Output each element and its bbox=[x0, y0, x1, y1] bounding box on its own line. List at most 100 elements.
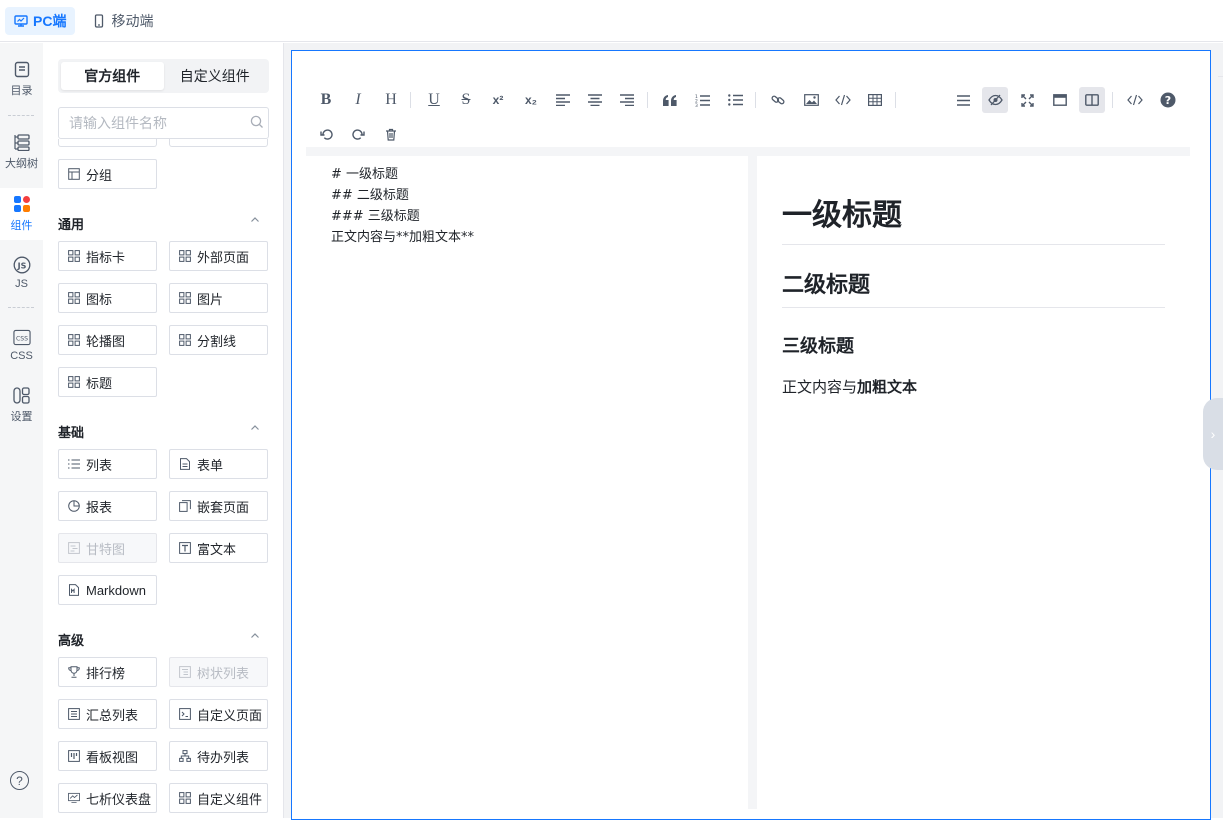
component-item[interactable]: 分割线 bbox=[169, 325, 268, 355]
rail-divider bbox=[8, 115, 34, 116]
svg-text:CSS: CSS bbox=[15, 335, 27, 342]
tab-pc[interactable]: PC端 bbox=[5, 6, 76, 35]
grid-icon bbox=[179, 292, 191, 304]
link-icon[interactable] bbox=[765, 87, 791, 113]
component-item[interactable]: 嵌套页面 bbox=[169, 491, 268, 521]
list-icon bbox=[68, 458, 80, 470]
component-label: 表单 bbox=[197, 457, 224, 473]
component-item[interactable]: 待办列表 bbox=[169, 741, 268, 771]
kanban-icon bbox=[68, 750, 80, 762]
rail-item-js[interactable]: JS JS bbox=[0, 247, 43, 299]
components-icon bbox=[13, 195, 31, 213]
component-item[interactable]: 报表 bbox=[58, 491, 157, 521]
component-item-partial[interactable] bbox=[58, 139, 157, 147]
collapse-chevron-icon[interactable] bbox=[249, 630, 261, 642]
component-label: 报表 bbox=[86, 499, 113, 515]
split-view-icon[interactable] bbox=[1079, 87, 1105, 113]
preview-paragraph: 正文内容与加粗文本 bbox=[782, 376, 1165, 397]
undo-icon[interactable] bbox=[313, 121, 339, 147]
preview-heading-3: 三级标题 bbox=[782, 336, 854, 356]
component-item[interactable]: Markdown bbox=[58, 575, 157, 605]
component-item[interactable]: 图标 bbox=[58, 283, 157, 313]
heading-button[interactable]: H bbox=[378, 87, 404, 113]
markdown-source-pane[interactable]: # 一级标题 ## 二级标题 ### 三级标题 正文内容与**加粗文本** bbox=[306, 156, 748, 809]
grid-icon bbox=[68, 250, 80, 262]
tab-official-components[interactable]: 官方组件 bbox=[61, 62, 164, 90]
image-icon[interactable] bbox=[798, 87, 824, 113]
align-right-icon[interactable] bbox=[614, 87, 640, 113]
component-item-partial[interactable] bbox=[169, 139, 268, 147]
bold-button[interactable]: B bbox=[313, 87, 339, 113]
component-item[interactable]: 标题 bbox=[58, 367, 157, 397]
component-item[interactable]: 外部页面 bbox=[169, 241, 268, 271]
component-label: 分割线 bbox=[197, 333, 237, 349]
rail-divider bbox=[8, 307, 34, 308]
clear-trash-icon[interactable] bbox=[378, 121, 404, 147]
component-item[interactable]: 汇总列表 bbox=[58, 699, 157, 729]
subscript-button[interactable]: x₂ bbox=[518, 87, 544, 113]
search-input[interactable] bbox=[69, 115, 250, 131]
component-label: 自定义页面 bbox=[197, 707, 263, 723]
source-code-icon[interactable] bbox=[1122, 87, 1148, 113]
rail-item-catalog[interactable]: 目录 bbox=[0, 53, 43, 105]
component-item[interactable]: 表单 bbox=[169, 449, 268, 479]
expand-right-panel-chevron-icon[interactable]: › bbox=[1203, 398, 1223, 470]
redo-icon[interactable] bbox=[345, 121, 371, 147]
component-item[interactable]: 树状列表 bbox=[169, 657, 268, 687]
hide-preview-icon[interactable] bbox=[982, 87, 1008, 113]
rail-item-settings[interactable]: 设置 bbox=[0, 379, 43, 431]
component-label: 外部页面 bbox=[197, 249, 250, 265]
rail-label-components: 组件 bbox=[10, 220, 33, 232]
italic-button[interactable]: I bbox=[345, 87, 371, 113]
superscript-button[interactable]: x² bbox=[485, 87, 511, 113]
collapse-chevron-icon[interactable] bbox=[249, 422, 261, 434]
trophy-icon bbox=[68, 666, 80, 678]
component-label: 图标 bbox=[86, 291, 113, 307]
rail-label-settings: 设置 bbox=[10, 411, 33, 423]
nested-page-icon bbox=[179, 500, 191, 512]
component-item[interactable]: 富文本 bbox=[169, 533, 268, 563]
tab-custom-components[interactable]: 自定义组件 bbox=[164, 62, 267, 90]
ordered-list-icon[interactable]: 123 bbox=[689, 87, 715, 113]
code-icon[interactable] bbox=[830, 87, 856, 113]
unordered-list-icon[interactable] bbox=[722, 87, 748, 113]
component-item[interactable]: 指标卡 bbox=[58, 241, 157, 271]
quote-icon[interactable] bbox=[657, 87, 683, 113]
component-item[interactable]: 图片 bbox=[169, 283, 268, 313]
window-icon[interactable] bbox=[1047, 87, 1073, 113]
menu-icon[interactable] bbox=[950, 87, 976, 113]
left-rail: 目录 大纲树 组件 JS JS CSS CSS 设置 ? bbox=[0, 43, 43, 818]
preview-heading-1: 一级标题 bbox=[782, 176, 1165, 245]
component-item[interactable]: 甘特图 bbox=[58, 533, 157, 563]
table-icon[interactable] bbox=[862, 87, 888, 113]
search-icon[interactable] bbox=[250, 115, 264, 132]
help-icon[interactable]: ? bbox=[10, 771, 29, 790]
mobile-icon bbox=[92, 13, 106, 28]
component-item[interactable]: 轮播图 bbox=[58, 325, 157, 355]
rail-item-css[interactable]: CSS CSS bbox=[0, 319, 43, 371]
tab-mobile[interactable]: 移动端 bbox=[83, 7, 162, 35]
tab-pc-label: PC端 bbox=[33, 12, 67, 29]
custom-page-icon bbox=[179, 708, 191, 720]
component-item[interactable]: 看板视图 bbox=[58, 741, 157, 771]
component-label: 图片 bbox=[197, 291, 224, 307]
underline-button[interactable]: U bbox=[421, 87, 447, 113]
component-item[interactable]: 自定义页面 bbox=[169, 699, 268, 729]
strikethrough-button[interactable]: S bbox=[453, 87, 479, 113]
fullscreen-icon[interactable] bbox=[1014, 87, 1040, 113]
rail-label-css: CSS bbox=[10, 350, 33, 362]
collapse-chevron-icon[interactable] bbox=[249, 214, 261, 226]
component-item[interactable]: 列表 bbox=[58, 449, 157, 479]
align-left-icon[interactable] bbox=[550, 87, 576, 113]
component-item[interactable]: 排行榜 bbox=[58, 657, 157, 687]
grid-icon bbox=[179, 250, 191, 262]
selected-component-frame[interactable]: B I H U S x² x₂ 123 ? # 一级标题 ## 二级标题 ###… bbox=[291, 50, 1211, 820]
component-item[interactable]: 自定义组件 bbox=[169, 783, 268, 813]
component-item[interactable]: 七析仪表盘 bbox=[58, 783, 157, 813]
align-center-icon[interactable] bbox=[582, 87, 608, 113]
help-circle-icon[interactable]: ? bbox=[1155, 87, 1181, 113]
rail-item-components[interactable]: 组件 bbox=[0, 188, 43, 240]
source-line: 正文内容与**加粗文本** bbox=[331, 230, 475, 245]
rail-item-outline-tree[interactable]: 大纲树 bbox=[0, 126, 43, 178]
component-group[interactable]: 分组 bbox=[58, 159, 157, 189]
